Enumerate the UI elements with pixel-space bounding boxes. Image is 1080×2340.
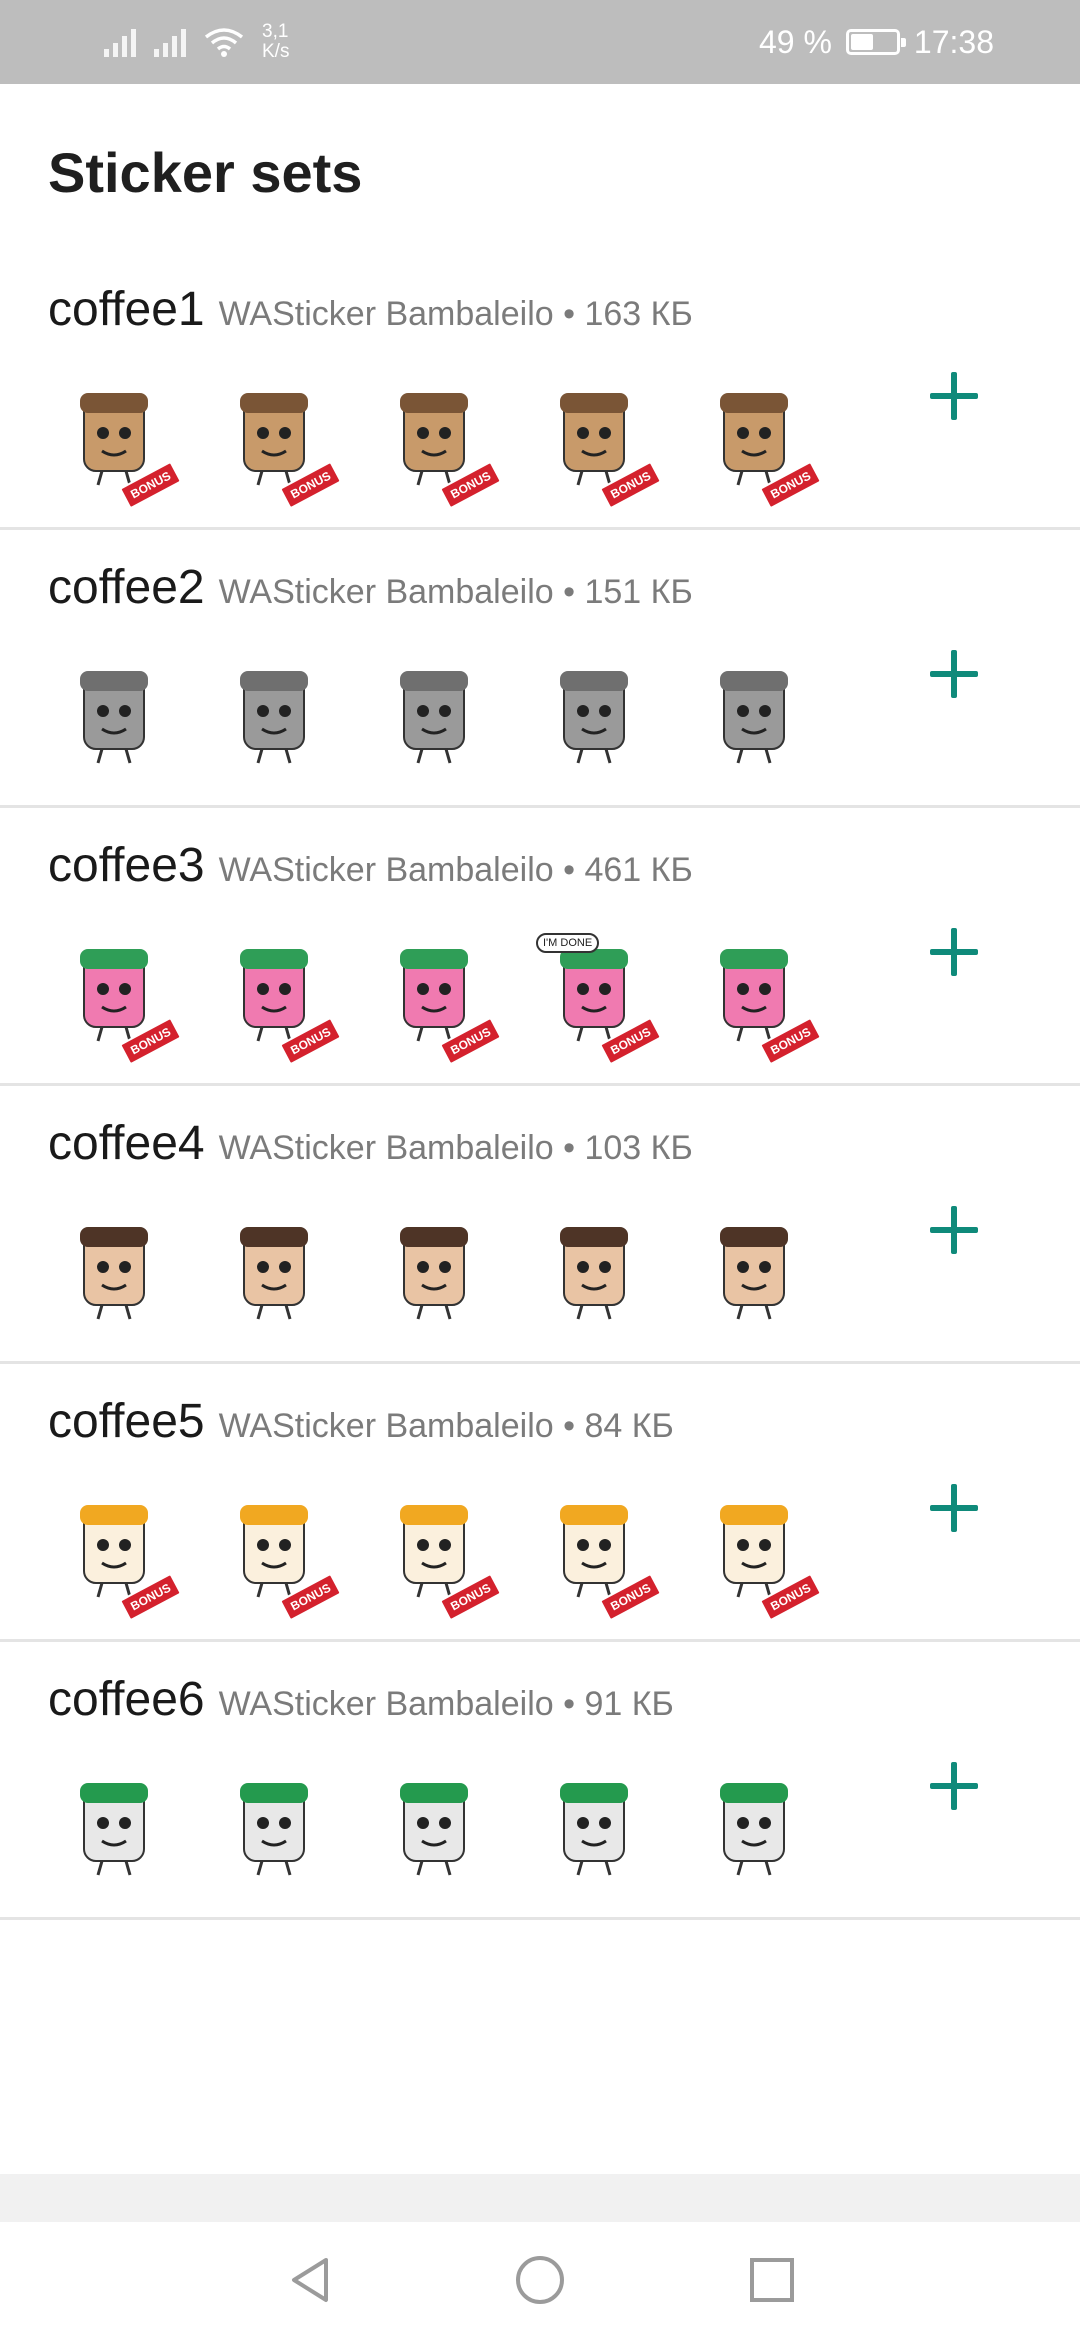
gray-cup-wink-sticker <box>376 655 492 771</box>
set-name: coffee4 <box>48 1117 205 1170</box>
green-hat-crying-sticker <box>216 1767 332 1883</box>
paper-cup-steam-sticker: BONUS <box>56 1489 183 1622</box>
set-name: coffee2 <box>48 561 205 614</box>
add-sticker-set-button[interactable] <box>922 364 986 428</box>
sticker-preview-strip: BONUS BONUS BONUS BONUS BONUS <box>56 377 823 510</box>
sticker-set-coffee2[interactable]: coffee2 WASticker Bambaleilo • 151 КБ <box>0 530 1080 808</box>
speed-unit: K/s <box>262 41 290 62</box>
set-name: coffee6 <box>48 1673 205 1726</box>
cup-hugging-donut-sticker: BONUS <box>696 933 823 1066</box>
dog-sipping-sticker: BONUS <box>696 377 823 510</box>
sticker-preview-strip: BONUS BONUS BONUS BONUS BONUS <box>56 1489 823 1622</box>
speech-bubble: I'M DONE <box>536 933 600 953</box>
dog-pouring-coffee-sticker: BONUS <box>376 377 503 510</box>
set-header: coffee2 WASticker Bambaleilo • 151 КБ <box>48 560 693 615</box>
speed-value: 3,1 <box>262 21 289 42</box>
status-bar: 3,1 K/s 49 % 17:38 <box>0 0 1080 84</box>
green-hat-laptop-sticker <box>696 1767 812 1883</box>
pink-donut-heart-sticker: BONUS <box>216 933 343 1066</box>
set-meta: WASticker Bambaleilo • 151 КБ <box>218 573 693 611</box>
gray-cup-lightsaber-sticker <box>696 655 812 771</box>
bearded-face-calm-sticker <box>376 1211 492 1327</box>
set-header: coffee5 WASticker Bambaleilo • 84 КБ <box>48 1394 674 1449</box>
back-icon[interactable] <box>282 2252 338 2308</box>
sticker-set-coffee1[interactable]: coffee1 WASticker Bambaleilo • 163 КБ BONU… <box>0 252 1080 530</box>
signal-icon-2 <box>154 27 186 57</box>
recent-apps-icon[interactable] <box>744 2252 800 2308</box>
set-header: coffee1 WASticker Bambaleilo • 163 КБ <box>48 282 693 337</box>
bearded-man-coffee-sticker <box>56 1211 172 1327</box>
add-sticker-set-button[interactable] <box>922 920 986 984</box>
add-sticker-set-button[interactable] <box>922 1198 986 1262</box>
bearded-face-whistle-sticker <box>696 1211 812 1327</box>
add-sticker-set-button[interactable] <box>922 1754 986 1818</box>
sticker-preview-strip: BONUS BONUS BONUS BONUS I'M DONE BONUS <box>56 933 823 1066</box>
add-sticker-set-button[interactable] <box>922 1476 986 1540</box>
set-header: coffee6 WASticker Bambaleilo • 91 КБ <box>48 1672 674 1727</box>
dog-grinding-sticker: BONUS <box>536 377 663 510</box>
bearded-face-laugh-sticker <box>536 1211 652 1327</box>
battery-percent: 49 % <box>758 23 832 60</box>
status-left: 3,1 K/s <box>104 16 306 68</box>
green-hat-angry-sticker <box>56 1767 172 1883</box>
battery-icon <box>845 29 906 55</box>
sticker-set-list: coffee1 WASticker Bambaleilo • 163 КБ BONU… <box>0 252 1080 1920</box>
cup-and-donut-sticker: BONUS <box>56 933 183 1066</box>
gray-cup-smirk-sticker <box>56 655 172 771</box>
bearded-man-bath-sticker <box>216 1211 332 1327</box>
home-icon[interactable] <box>512 2252 568 2308</box>
set-meta: WASticker Bambaleilo • 461 КБ <box>218 851 693 889</box>
paper-cup-wave-sticker: BONUS <box>696 1489 823 1622</box>
set-header: coffee3 WASticker Bambaleilo • 461 КБ <box>48 838 693 893</box>
donut-im-done-sticker: BONUS I'M DONE <box>536 933 663 1066</box>
sticker-set-coffee5[interactable]: coffee5 WASticker Bambaleilo • 84 КБ BONUS… <box>0 1364 1080 1642</box>
status-right: 49 % 17:38 <box>759 16 994 68</box>
paper-cup-smile-sticker: BONUS <box>536 1489 663 1622</box>
sticker-preview-strip <box>56 1767 812 1883</box>
paper-cup-kettlebell-sticker: BONUS <box>216 1489 343 1622</box>
signal-icon <box>104 27 136 57</box>
set-meta: WASticker Bambaleilo • 103 КБ <box>218 1129 693 1167</box>
sticker-set-coffee6[interactable]: coffee6 WASticker Bambaleilo • 91 КБ <box>0 1642 1080 1920</box>
green-hat-confused-sticker <box>376 1767 492 1883</box>
add-sticker-set-button[interactable] <box>922 642 986 706</box>
set-name: coffee1 <box>48 283 205 336</box>
page-title: Sticker sets <box>48 141 363 204</box>
network-speed: 3,1 K/s <box>262 22 306 62</box>
set-name: coffee3 <box>48 839 205 892</box>
bottom-band <box>0 2174 1080 2222</box>
green-cup-thumbs-up-sticker: BONUS <box>376 933 503 1066</box>
set-name: coffee5 <box>48 1395 205 1448</box>
wifi-icon <box>204 28 244 57</box>
sticker-set-coffee4[interactable]: coffee4 WASticker Bambaleilo • 103 КБ <box>0 1086 1080 1364</box>
navigation-bar <box>0 2222 1080 2340</box>
sticker-preview-strip <box>56 1211 812 1327</box>
green-hat-love-sticker <box>536 1767 652 1883</box>
gray-cup-wide-eyes-sticker <box>216 655 332 771</box>
dog-french-press-sticker: BONUS <box>216 377 343 510</box>
sticker-set-coffee3[interactable]: coffee3 WASticker Bambaleilo • 461 КБ BONU… <box>0 808 1080 1086</box>
paper-cup-arms-crossed-sticker: BONUS <box>376 1489 503 1622</box>
set-header: coffee4 WASticker Bambaleilo • 103 КБ <box>48 1116 693 1171</box>
sticker-preview-strip <box>56 655 812 771</box>
dog-coffee-machine-sticker: BONUS <box>56 377 183 510</box>
clock: 17:38 <box>913 23 994 60</box>
set-meta: WASticker Bambaleilo • 84 КБ <box>218 1407 674 1445</box>
set-meta: WASticker Bambaleilo • 163 КБ <box>218 295 693 333</box>
set-meta: WASticker Bambaleilo • 91 КБ <box>218 1685 674 1723</box>
gray-cup-angry-sticker <box>536 655 652 771</box>
